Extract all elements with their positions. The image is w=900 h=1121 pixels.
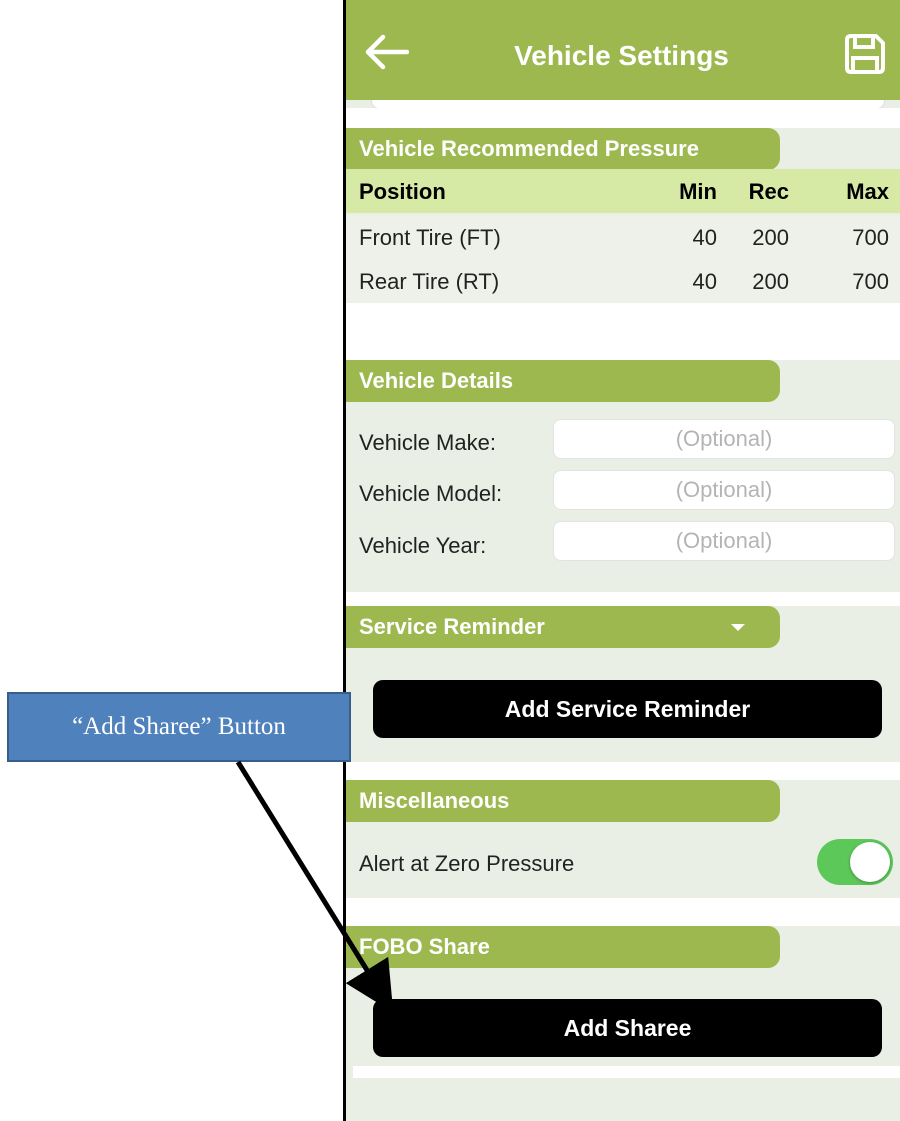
- toggle-knob: [850, 842, 890, 882]
- app-screen: Vehicle Settings Vehicle Recommended Pre…: [343, 0, 900, 1121]
- spacer: [353, 1066, 900, 1078]
- section-header-recommended-pressure: Vehicle Recommended Pressure: [343, 128, 780, 170]
- vehicle-model-input[interactable]: [553, 470, 895, 510]
- vehicle-model-label: Vehicle Model:: [359, 481, 503, 506]
- chevron-down-icon: [731, 624, 745, 631]
- spacer: [343, 898, 900, 926]
- phone-frame-edge: [343, 0, 346, 1121]
- spacer: [343, 592, 900, 606]
- vehicle-year-input[interactable]: [553, 521, 895, 561]
- table-row: Front Tire (FT) 40 200 700: [343, 215, 900, 260]
- spacer: [343, 108, 900, 128]
- section-header-service-reminder[interactable]: Service Reminder: [343, 606, 780, 648]
- vehicle-year-label: Vehicle Year:: [359, 533, 487, 558]
- spacer: [343, 303, 900, 360]
- section-header-fobo-share: FOBO Share: [343, 926, 780, 968]
- min-pressure: 40: [692, 269, 717, 294]
- table-row: Rear Tire (RT) 40 200 700: [343, 259, 900, 303]
- add-service-reminder-button[interactable]: Add Service Reminder: [373, 680, 882, 738]
- section-header-vehicle-details: Vehicle Details: [343, 360, 780, 402]
- tire-position: Front Tire (FT): [359, 225, 501, 250]
- vehicle-make-input[interactable]: [553, 419, 895, 459]
- column-header-min: Min: [679, 179, 717, 204]
- column-header-rec: Rec: [748, 179, 789, 204]
- tire-position: Rear Tire (RT): [359, 269, 500, 294]
- pressure-table-header: Position Min Rec Max: [343, 169, 900, 213]
- rec-pressure: 200: [752, 269, 789, 294]
- spacer: [343, 762, 900, 780]
- column-header-max: Max: [846, 179, 889, 204]
- column-header-position: Position: [359, 179, 446, 204]
- alert-zero-pressure-label: Alert at Zero Pressure: [359, 851, 575, 876]
- annotation-callout: “Add Sharee” Button: [7, 692, 351, 762]
- page-title: Vehicle Settings: [514, 40, 729, 71]
- section-header-miscellaneous: Miscellaneous: [343, 780, 780, 822]
- min-pressure: 40: [692, 225, 717, 250]
- vehicle-make-label: Vehicle Make:: [359, 430, 496, 455]
- max-pressure: 700: [852, 269, 889, 294]
- service-reminder-label: Service Reminder: [359, 614, 545, 639]
- floppy-disk-icon[interactable]: [843, 32, 887, 76]
- rec-pressure: 200: [752, 225, 789, 250]
- max-pressure: 700: [852, 225, 889, 250]
- top-bar: Vehicle Settings: [343, 0, 900, 100]
- alert-zero-pressure-toggle[interactable]: [817, 839, 893, 885]
- add-sharee-button[interactable]: Add Sharee: [373, 999, 882, 1057]
